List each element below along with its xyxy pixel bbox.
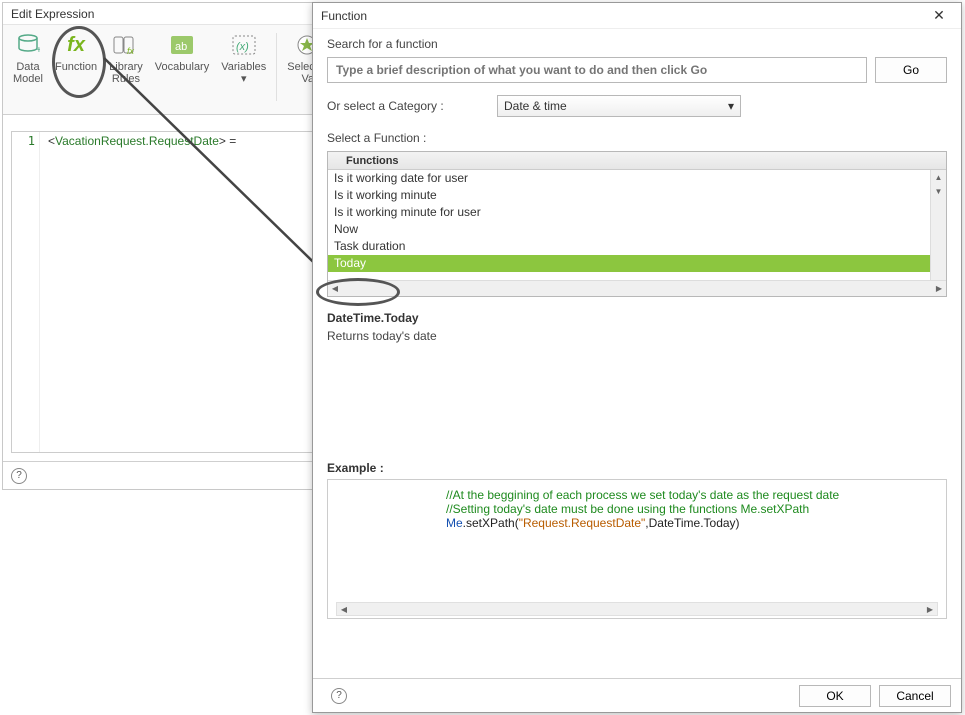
- data-model-label: Data Model: [13, 61, 43, 87]
- list-item[interactable]: Is it working date for user: [328, 170, 930, 187]
- variables-button[interactable]: (x) Variables ▾: [215, 29, 272, 87]
- example-scrollbar[interactable]: ◀ ▶: [336, 602, 938, 616]
- svg-text:+: +: [36, 45, 40, 56]
- svg-text:(x): (x): [236, 41, 249, 53]
- scroll-right-icon[interactable]: ▶: [923, 605, 937, 614]
- ok-button[interactable]: OK: [799, 685, 871, 707]
- vocabulary-icon: ab: [168, 31, 196, 59]
- description-title: DateTime.Today: [327, 311, 947, 325]
- help-icon[interactable]: ?: [11, 468, 27, 484]
- example-code: //At the beggining of each process we se…: [336, 488, 938, 600]
- search-label: Search for a function: [327, 37, 947, 51]
- library-rules-button[interactable]: fx Library Rules: [103, 29, 149, 87]
- function-button[interactable]: fx Function: [49, 29, 103, 87]
- search-input[interactable]: [327, 57, 867, 83]
- close-button[interactable]: ✕: [925, 4, 953, 28]
- list-item[interactable]: Task duration: [328, 238, 930, 255]
- list-item-selected[interactable]: Today: [328, 255, 930, 272]
- library-rules-icon: fx: [112, 31, 140, 59]
- line-number-gutter: 1: [12, 132, 40, 452]
- go-button[interactable]: Go: [875, 57, 947, 83]
- vocabulary-button[interactable]: ab Vocabulary: [149, 29, 215, 87]
- select-function-label: Select a Function :: [327, 131, 947, 145]
- data-model-button[interactable]: + Data Model: [7, 29, 49, 87]
- example-box: //At the beggining of each process we se…: [327, 479, 947, 619]
- help-icon[interactable]: ?: [331, 688, 347, 704]
- scroll-down-icon[interactable]: ▼: [931, 184, 946, 198]
- database-icon: +: [14, 31, 42, 59]
- list-item[interactable]: Is it working minute for user: [328, 204, 930, 221]
- code-line: <VacationRequest.RequestDate> =: [48, 134, 236, 148]
- svg-text:fx: fx: [127, 46, 135, 56]
- dialog-title-text: Function: [321, 9, 367, 23]
- function-label: Function: [55, 61, 97, 87]
- category-label: Or select a Category :: [327, 99, 487, 113]
- close-icon: ✕: [933, 7, 945, 24]
- cancel-button[interactable]: Cancel: [879, 685, 951, 707]
- dialog-footer: ? OK Cancel: [313, 678, 961, 712]
- function-dialog: Function ✕ Search for a function Go Or s…: [312, 2, 962, 713]
- vocabulary-label: Vocabulary: [155, 61, 209, 87]
- svg-text:ab: ab: [175, 41, 187, 53]
- category-select[interactable]: Date & time ▾: [497, 95, 741, 117]
- scroll-left-icon[interactable]: ◀: [337, 605, 351, 614]
- fx-icon: fx: [62, 31, 90, 59]
- ribbon-separator: [276, 33, 277, 101]
- function-list: Functions Is it working date for user Is…: [327, 151, 947, 297]
- variables-label: Variables ▾: [221, 61, 266, 87]
- horizontal-scrollbar[interactable]: ◀ ▶: [328, 280, 946, 296]
- dialog-titlebar: Function ✕: [313, 3, 961, 29]
- list-item[interactable]: Now: [328, 221, 930, 238]
- variables-icon: (x): [230, 31, 258, 59]
- list-item[interactable]: Is it working minute: [328, 187, 930, 204]
- scroll-up-icon[interactable]: ▲: [931, 170, 946, 184]
- scroll-left-icon[interactable]: ◀: [328, 284, 342, 293]
- scroll-right-icon[interactable]: ▶: [932, 284, 946, 293]
- vertical-scrollbar[interactable]: ▲ ▼: [930, 170, 946, 280]
- library-rules-label: Library Rules: [109, 61, 143, 87]
- category-value: Date & time: [504, 99, 567, 113]
- chevron-down-icon: ▾: [728, 99, 734, 113]
- example-label: Example :: [327, 461, 947, 475]
- function-list-header[interactable]: Functions: [328, 152, 946, 170]
- description-text: Returns today's date: [327, 325, 947, 455]
